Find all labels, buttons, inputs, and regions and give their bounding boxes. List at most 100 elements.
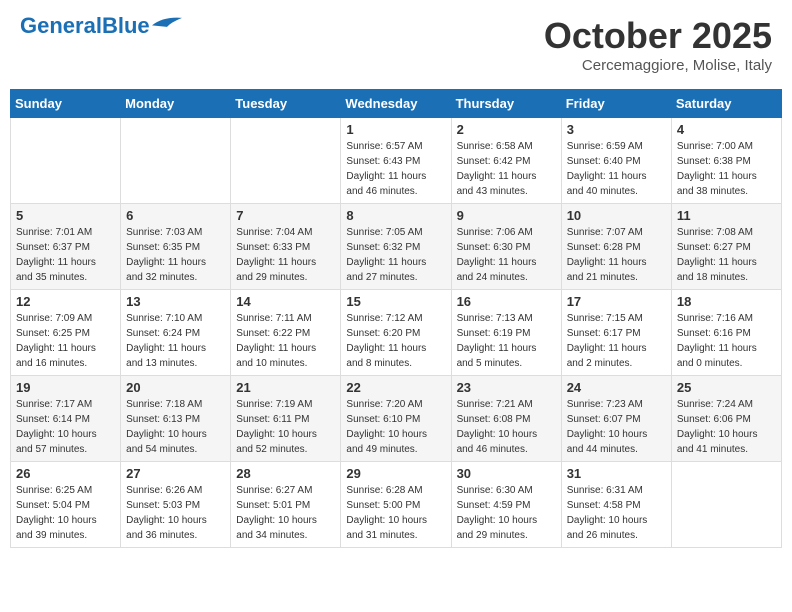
calendar-cell: 26 Sunrise: 6:25 AM Sunset: 5:04 PM Dayli… [11, 462, 121, 548]
day-number: 5 [16, 208, 115, 223]
logo-icon [152, 16, 182, 28]
calendar-cell: 7 Sunrise: 7:04 AM Sunset: 6:33 PM Daylig… [231, 204, 341, 290]
calendar-cell: 28 Sunrise: 6:27 AM Sunset: 5:01 PM Dayli… [231, 462, 341, 548]
calendar-cell: 10 Sunrise: 7:07 AM Sunset: 6:28 PM Dayli… [561, 204, 671, 290]
day-info: Sunrise: 7:03 AM Sunset: 6:35 PM Dayligh… [126, 225, 225, 285]
calendar-cell: 22 Sunrise: 7:20 AM Sunset: 6:10 PM Dayli… [341, 376, 451, 462]
day-info: Sunrise: 7:18 AM Sunset: 6:13 PM Dayligh… [126, 397, 225, 457]
calendar-week-2: 5 Sunrise: 7:01 AM Sunset: 6:37 PM Daylig… [11, 204, 782, 290]
weekday-header-thursday: Thursday [451, 90, 561, 118]
calendar-week-5: 26 Sunrise: 6:25 AM Sunset: 5:04 PM Dayli… [11, 462, 782, 548]
calendar-week-4: 19 Sunrise: 7:17 AM Sunset: 6:14 PM Dayli… [11, 376, 782, 462]
day-info: Sunrise: 7:20 AM Sunset: 6:10 PM Dayligh… [346, 397, 445, 457]
day-number: 23 [457, 380, 556, 395]
day-info: Sunrise: 7:05 AM Sunset: 6:32 PM Dayligh… [346, 225, 445, 285]
day-number: 19 [16, 380, 115, 395]
calendar-cell: 30 Sunrise: 6:30 AM Sunset: 4:59 PM Dayli… [451, 462, 561, 548]
day-number: 4 [677, 122, 776, 137]
calendar-cell: 23 Sunrise: 7:21 AM Sunset: 6:08 PM Dayli… [451, 376, 561, 462]
day-info: Sunrise: 7:15 AM Sunset: 6:17 PM Dayligh… [567, 311, 666, 371]
day-number: 17 [567, 294, 666, 309]
day-info: Sunrise: 6:27 AM Sunset: 5:01 PM Dayligh… [236, 483, 335, 543]
calendar-cell: 24Sunrise: 7:23 AM Sunset: 6:07 PM Dayli… [561, 376, 671, 462]
calendar-cell: 6 Sunrise: 7:03 AM Sunset: 6:35 PM Daylig… [121, 204, 231, 290]
weekday-header-wednesday: Wednesday [341, 90, 451, 118]
calendar-cell: 18 Sunrise: 7:16 AM Sunset: 6:16 PM Dayli… [671, 290, 781, 376]
day-number: 20 [126, 380, 225, 395]
month-title: October 2025 [544, 15, 772, 57]
calendar-cell [231, 118, 341, 204]
day-number: 8 [346, 208, 445, 223]
day-number: 29 [346, 466, 445, 481]
weekday-header-sunday: Sunday [11, 90, 121, 118]
day-number: 16 [457, 294, 556, 309]
day-info: Sunrise: 7:07 AM Sunset: 6:28 PM Dayligh… [567, 225, 666, 285]
calendar-cell: 11 Sunrise: 7:08 AM Sunset: 6:27 PM Dayli… [671, 204, 781, 290]
day-number: 25 [677, 380, 776, 395]
day-info: Sunrise: 7:17 AM Sunset: 6:14 PM Dayligh… [16, 397, 115, 457]
day-info: Sunrise: 7:06 AM Sunset: 6:30 PM Dayligh… [457, 225, 556, 285]
logo: GeneralBlue [20, 15, 182, 37]
calendar-cell [11, 118, 121, 204]
calendar-cell: 5 Sunrise: 7:01 AM Sunset: 6:37 PM Daylig… [11, 204, 121, 290]
day-info: Sunrise: 7:08 AM Sunset: 6:27 PM Dayligh… [677, 225, 776, 285]
title-section: October 2025 Cercemaggiore, Molise, Ital… [544, 15, 772, 74]
calendar-cell: 15Sunrise: 7:12 AM Sunset: 6:20 PM Dayli… [341, 290, 451, 376]
calendar-week-3: 12Sunrise: 7:09 AM Sunset: 6:25 PM Dayli… [11, 290, 782, 376]
weekday-header-friday: Friday [561, 90, 671, 118]
page-header: GeneralBlue October 2025 Cercemaggiore, … [10, 10, 782, 79]
day-number: 11 [677, 208, 776, 223]
day-info: Sunrise: 7:24 AM Sunset: 6:06 PM Dayligh… [677, 397, 776, 457]
day-info: Sunrise: 7:16 AM Sunset: 6:16 PM Dayligh… [677, 311, 776, 371]
day-number: 1 [346, 122, 445, 137]
weekday-header-tuesday: Tuesday [231, 90, 341, 118]
day-number: 24 [567, 380, 666, 395]
location-subtitle: Cercemaggiore, Molise, Italy [544, 57, 772, 74]
calendar-cell: 9Sunrise: 7:06 AM Sunset: 6:30 PM Daylig… [451, 204, 561, 290]
day-number: 22 [346, 380, 445, 395]
day-number: 13 [126, 294, 225, 309]
weekday-header-saturday: Saturday [671, 90, 781, 118]
day-info: Sunrise: 6:30 AM Sunset: 4:59 PM Dayligh… [457, 483, 556, 543]
calendar-cell: 16 Sunrise: 7:13 AM Sunset: 6:19 PM Dayli… [451, 290, 561, 376]
day-number: 21 [236, 380, 335, 395]
calendar-cell: 27Sunrise: 6:26 AM Sunset: 5:03 PM Dayli… [121, 462, 231, 548]
day-number: 18 [677, 294, 776, 309]
day-info: Sunrise: 7:00 AM Sunset: 6:38 PM Dayligh… [677, 139, 776, 199]
calendar-cell: 17 Sunrise: 7:15 AM Sunset: 6:17 PM Dayli… [561, 290, 671, 376]
calendar-table: SundayMondayTuesdayWednesdayThursdayFrid… [10, 89, 782, 548]
day-info: Sunrise: 7:19 AM Sunset: 6:11 PM Dayligh… [236, 397, 335, 457]
calendar-week-1: 1Sunrise: 6:57 AM Sunset: 6:43 PM Daylig… [11, 118, 782, 204]
day-info: Sunrise: 7:01 AM Sunset: 6:37 PM Dayligh… [16, 225, 115, 285]
day-info: Sunrise: 7:09 AM Sunset: 6:25 PM Dayligh… [16, 311, 115, 371]
day-info: Sunrise: 6:25 AM Sunset: 5:04 PM Dayligh… [16, 483, 115, 543]
day-number: 2 [457, 122, 556, 137]
calendar-cell: 3Sunrise: 6:59 AM Sunset: 6:40 PM Daylig… [561, 118, 671, 204]
day-info: Sunrise: 7:21 AM Sunset: 6:08 PM Dayligh… [457, 397, 556, 457]
day-info: Sunrise: 7:11 AM Sunset: 6:22 PM Dayligh… [236, 311, 335, 371]
day-number: 7 [236, 208, 335, 223]
day-number: 14 [236, 294, 335, 309]
day-number: 26 [16, 466, 115, 481]
calendar-cell: 13 Sunrise: 7:10 AM Sunset: 6:24 PM Dayli… [121, 290, 231, 376]
day-info: Sunrise: 7:10 AM Sunset: 6:24 PM Dayligh… [126, 311, 225, 371]
day-number: 10 [567, 208, 666, 223]
calendar-cell: 12Sunrise: 7:09 AM Sunset: 6:25 PM Dayli… [11, 290, 121, 376]
day-number: 6 [126, 208, 225, 223]
day-number: 31 [567, 466, 666, 481]
day-number: 15 [346, 294, 445, 309]
calendar-cell: 8 Sunrise: 7:05 AM Sunset: 6:32 PM Daylig… [341, 204, 451, 290]
calendar-cell: 29 Sunrise: 6:28 AM Sunset: 5:00 PM Dayli… [341, 462, 451, 548]
day-info: Sunrise: 6:28 AM Sunset: 5:00 PM Dayligh… [346, 483, 445, 543]
day-number: 28 [236, 466, 335, 481]
calendar-cell: 14 Sunrise: 7:11 AM Sunset: 6:22 PM Dayli… [231, 290, 341, 376]
day-info: Sunrise: 6:58 AM Sunset: 6:42 PM Dayligh… [457, 139, 556, 199]
calendar-cell: 2 Sunrise: 6:58 AM Sunset: 6:42 PM Daylig… [451, 118, 561, 204]
day-info: Sunrise: 7:13 AM Sunset: 6:19 PM Dayligh… [457, 311, 556, 371]
day-number: 30 [457, 466, 556, 481]
logo-text: GeneralBlue [20, 15, 150, 37]
calendar-cell: 20 Sunrise: 7:18 AM Sunset: 6:13 PM Dayli… [121, 376, 231, 462]
day-number: 3 [567, 122, 666, 137]
day-info: Sunrise: 7:04 AM Sunset: 6:33 PM Dayligh… [236, 225, 335, 285]
calendar-cell [671, 462, 781, 548]
